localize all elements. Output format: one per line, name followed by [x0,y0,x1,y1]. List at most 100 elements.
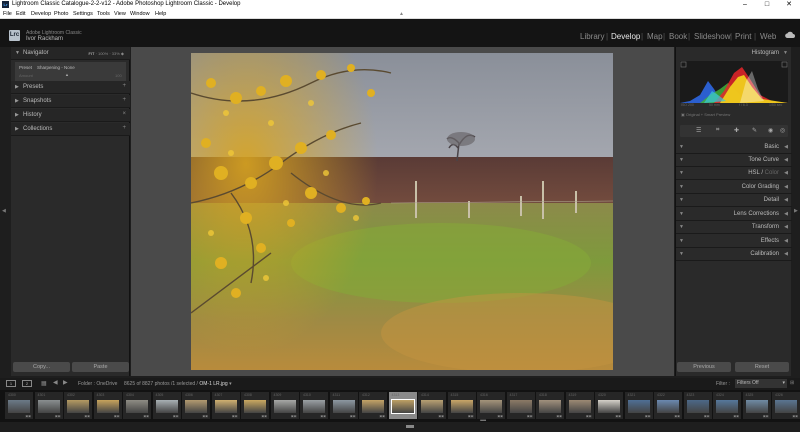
menu-edit[interactable]: Edit [16,9,25,19]
navigator-header[interactable]: ▼ Navigator FIT · 100% · 33% ◆ [11,47,130,60]
paste-button[interactable]: Paste [72,362,129,372]
maximize-button[interactable]: □ [756,0,778,9]
filmstrip-thumbnail[interactable]: 4302 ▣▣ [64,392,92,419]
selected-filename[interactable]: OM-1 LR.jpg [199,381,227,387]
panel-transform[interactable]: ▼ Transform ◀ [676,221,792,234]
previous-button[interactable]: Previous [677,362,731,372]
source-folder[interactable]: Folder : OneDrive [78,381,117,387]
menu-settings[interactable]: Settings [73,9,93,19]
clear-history-icon[interactable]: × [122,111,126,117]
filter-select[interactable]: Filters Off ▾ [735,379,787,388]
panel-toggle-up-icon[interactable]: ▲ [399,9,404,19]
presets-header[interactable]: ▶ Presets + [11,81,130,94]
history-header[interactable]: ▶ History × [11,109,130,122]
filmstrip-thumbnail[interactable]: 4306 ▣▣ [182,392,210,419]
filmstrip-thumbnail[interactable]: 4304 ▣▣ [123,392,151,419]
histogram-header[interactable]: Histogram ▼ [676,47,792,60]
panel-calibration[interactable]: ▼ Calibration ◀ [676,248,792,261]
forward-arrow-icon[interactable]: ▶ [63,379,68,386]
filmstrip-thumbnail[interactable]: 4303 ▣▣ [93,392,122,419]
minimize-button[interactable]: – [734,0,756,9]
snapshots-header[interactable]: ▶ Snapshots + [11,95,130,108]
module-book[interactable]: Book [669,32,687,41]
red-eye-icon[interactable]: ◉ [768,127,773,134]
amount-slider-thumb[interactable]: ▲ [65,72,69,77]
add-collection-icon[interactable]: + [122,125,126,131]
filmstrip-thumbnail[interactable]: 4315 ▣▣ [447,392,476,419]
edit-sliders-icon[interactable]: ☰ [696,127,701,134]
add-preset-icon[interactable]: + [122,83,126,89]
healing-icon[interactable]: ✚ [734,127,739,134]
filmstrip-thumbnail[interactable]: 4316 ▣▣ [477,392,505,419]
filmstrip-thumbnail[interactable]: 4307 ▣▣ [211,392,240,419]
filmstrip-thumbnail[interactable]: 4321 ▣▣ [624,392,653,419]
filmstrip-thumbnail[interactable]: 4305 ▣▣ [152,392,181,419]
menu-tools[interactable]: Tools [97,9,110,19]
zoom-100[interactable]: 100% [98,51,108,56]
close-button[interactable]: ✕ [778,0,800,9]
filmstrip-thumbnail[interactable]: 4301 ▣▣ [34,392,63,419]
histogram[interactable] [680,61,788,103]
module-print[interactable]: Print [735,32,751,41]
filmstrip-thumbnail[interactable]: 4310 ▣▣ [300,392,328,419]
filmstrip-thumbnail[interactable]: 4309 ▣▣ [270,392,299,419]
main-photo[interactable] [191,53,613,370]
filmstrip-thumbnail[interactable]: 4314 ▣▣ [418,392,446,419]
module-map[interactable]: Map [647,32,663,41]
filmstrip-thumbnail[interactable]: 4313 ▣▣ [388,392,417,419]
panel-basic[interactable]: ▼ Basic ◀ [676,141,792,154]
panel-color-grading[interactable]: ▼ Color Grading ◀ [676,181,792,194]
panel-lens-corrections[interactable]: ▼ Lens Corrections ◀ [676,208,792,221]
menu-photo[interactable]: Photo [54,9,68,19]
menu-help[interactable]: Help [155,9,166,19]
menu-develop[interactable]: Develop [31,9,51,19]
panel-effects[interactable]: ▼ Effects ◀ [676,235,792,248]
filmstrip-thumbnail[interactable]: 4323 ▣▣ [683,392,712,419]
collections-header[interactable]: ▶ Collections + [11,123,130,136]
filter-lock-icon[interactable]: ⊞ [790,380,794,386]
panel-tone-curve[interactable]: ▼ Tone Curve ◀ [676,154,792,167]
menu-file[interactable]: File [3,9,12,19]
filename-dropdown-icon[interactable]: ▾ [229,381,232,387]
filmstrip-thumbnail[interactable]: 4324 ▣▣ [713,392,741,419]
module-library[interactable]: Library [580,32,604,41]
reset-button[interactable]: Reset [735,362,789,372]
filmstrip-thumbnail[interactable]: 4320 ▣▣ [595,392,623,419]
zoom-dropdown-icon[interactable]: ◆ [121,51,124,56]
panel-detail[interactable]: ▼ Detail ◀ [676,194,792,207]
masking-icon[interactable]: ◎ [780,127,785,134]
module-web[interactable]: Web [760,32,776,41]
filmstrip-thumbnail[interactable]: 4322 ▣▣ [654,392,682,419]
main-screen-button[interactable]: 1 [6,380,16,387]
copy-button[interactable]: Copy... [13,362,70,372]
filmstrip-thumbnail[interactable]: 4312 ▣▣ [359,392,387,419]
grid-view-icon[interactable]: ▦ [41,380,47,387]
brush-icon[interactable]: ✎ [752,127,757,134]
left-panel-collapse-icon[interactable]: ◀ [2,208,6,214]
filmstrip-thumbnail[interactable]: 4308 ▣▣ [241,392,269,419]
menu-view[interactable]: View [114,9,126,19]
filmstrip-thumbnail[interactable]: 4300 ▣▣ [5,392,33,419]
right-panel-collapse-icon[interactable]: ▶ [794,208,798,214]
back-arrow-icon[interactable]: ◀ [53,379,58,386]
filmstrip-thumbnail[interactable]: 4326 ▣▣ [772,392,800,419]
filmstrip-thumbnail[interactable]: 4311 ▣▣ [329,392,358,419]
menu-window[interactable]: Window [130,9,150,19]
filmstrip-thumbnail[interactable]: 4319 ▣▣ [565,392,594,419]
second-screen-button[interactable]: 2 [22,380,32,387]
filmstrip-thumbnail[interactable]: 4325 ▣▣ [742,392,771,419]
zoom-33[interactable]: 33% [112,51,120,56]
zoom-fit[interactable]: FIT [88,51,94,56]
module-slideshow[interactable]: Slideshow [694,32,730,41]
cloud-icon[interactable] [785,31,795,39]
color-text[interactable]: Color [765,170,779,176]
panel-hsl[interactable]: ▼ HSL / Color ◀ [676,167,792,180]
zoom-options[interactable]: FIT · 100% · 33% ◆ [88,51,124,56]
module-develop[interactable]: Develop [611,32,640,41]
checkbox-icon[interactable]: ▣ [681,112,685,117]
filmstrip-collapse-handle[interactable] [406,425,414,428]
filmstrip-thumbnail[interactable]: 4318 ▣▣ [536,392,564,419]
crop-icon[interactable]: ⌗ [716,127,719,134]
filmstrip-thumbnail[interactable]: 4317 ▣▣ [506,392,535,419]
add-snapshot-icon[interactable]: + [122,97,126,103]
